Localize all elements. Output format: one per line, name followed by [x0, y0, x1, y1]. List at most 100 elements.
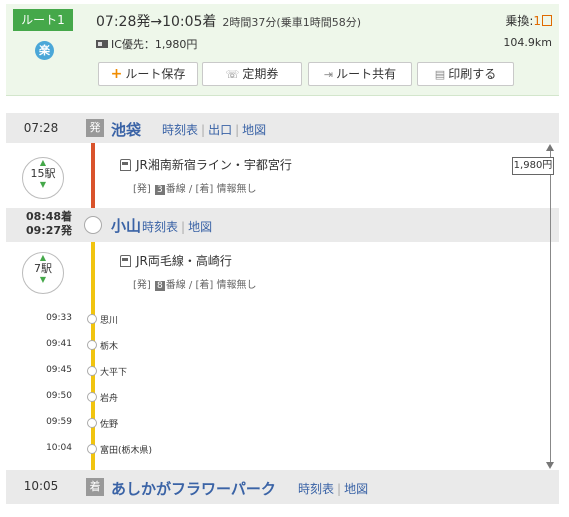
train-icon — [120, 254, 131, 267]
chevron-up-icon: ▲ — [39, 158, 47, 167]
transfer-box-icon — [542, 15, 552, 26]
stop-name: 栃木 — [100, 342, 119, 352]
intermediate-stop: 09:33 思川 — [0, 312, 260, 326]
stop-time: 09:59 — [46, 417, 72, 427]
timetable-link[interactable]: 時刻表 — [298, 482, 334, 496]
intermediate-stop: 09:45 大平下 — [0, 364, 260, 378]
departure-time: 07:28 — [23, 121, 59, 135]
share-route-label: ルート共有 — [336, 67, 397, 81]
stop-count: 15駅 — [30, 167, 56, 180]
arrival-badge: 着 — [86, 478, 104, 496]
fare-range-line — [550, 150, 551, 465]
dep-label: [発] — [133, 184, 151, 195]
train-icon — [120, 158, 131, 171]
intermediate-stop: 09:41 栃木 — [0, 338, 260, 352]
departure-time: 09:27発 — [25, 224, 72, 237]
intermediate-stop: 09:59 佐野 — [0, 416, 260, 430]
transfer-station-dot — [84, 216, 102, 234]
line-segment-shonan — [91, 143, 95, 215]
transfer-number: 1 — [533, 14, 541, 28]
departure-badge: 発 — [86, 119, 104, 137]
stop-name: 岩舟 — [100, 394, 119, 404]
transfer-label: 乗換: — [505, 14, 534, 28]
train-name: JR両毛線・高崎行 — [136, 254, 232, 268]
separator: | — [201, 123, 206, 137]
printer-icon: ▤ — [434, 68, 446, 81]
save-route-button[interactable]: + ルート保存 — [98, 62, 198, 86]
station-links: 時刻表 | 地図 — [298, 480, 368, 497]
arrow-down-icon — [546, 462, 554, 469]
commuter-pass-label: 定期券 — [242, 67, 279, 81]
station-links: 時刻表 | 出口 | 地図 — [162, 121, 266, 138]
separator: | — [337, 482, 342, 496]
fare: IC優先：1,980円 — [96, 36, 197, 52]
plus-icon: + — [110, 66, 123, 82]
stop-name: 佐野 — [100, 420, 119, 430]
train-segment: JR両毛線・高崎行 [発] 8 番線 / [着] 情報無し — [120, 252, 256, 291]
ic-card-icon — [96, 40, 108, 48]
print-button[interactable]: ▤ 印刷する — [417, 62, 514, 86]
stop-dot — [87, 392, 97, 402]
timetable-link[interactable]: 時刻表 — [162, 123, 198, 137]
duration: 2時間37分(乗車1時間58分) — [222, 16, 361, 29]
platform-suffix: 番線 / [着] 情報無し — [165, 184, 257, 195]
intermediate-stop: 09:50 岩舟 — [0, 390, 260, 404]
chevron-down-icon: ▼ — [39, 275, 47, 284]
timetable-link[interactable]: 時刻表 — [142, 220, 178, 234]
stop-time: 09:50 — [46, 391, 72, 401]
dep-label: [発] — [133, 280, 151, 291]
route-times: 07:28発→10:05着 2時間37分(乗車1時間58分) — [96, 11, 361, 31]
train-segment: JR湘南新宿ライン・宇都宮行 [発] 3 番線 / [着] 情報無し — [120, 156, 292, 195]
stop-time: 09:33 — [46, 313, 72, 323]
map-link[interactable]: 地図 — [188, 220, 212, 234]
stop-time: 09:45 — [46, 365, 72, 375]
commuter-pass-icon: ☏ — [225, 68, 240, 81]
exit-link[interactable]: 出口 — [208, 123, 232, 137]
line-segment-ryomo — [91, 232, 95, 474]
platform-info: [発] 3 番線 / [着] 情報無し — [133, 180, 292, 195]
transfer-count: 乗換:1 — [505, 12, 552, 29]
platform-number: 3 — [155, 185, 165, 195]
map-link[interactable]: 地図 — [344, 482, 368, 496]
stop-dot — [87, 314, 97, 324]
station-row-ikebukuro: 07:28 発 池袋 時刻表 | 出口 | 地図 — [6, 113, 559, 143]
station-links: 時刻表 | 地図 — [142, 218, 212, 235]
map-link[interactable]: 地図 — [242, 123, 266, 137]
stop-count-toggle[interactable]: ▲ 15駅 ▼ — [22, 157, 64, 199]
arrival-time: 10:05 — [23, 479, 59, 493]
stop-dot — [87, 418, 97, 428]
chevron-down-icon: ▼ — [39, 180, 47, 189]
train-name: JR湘南新宿ライン・宇都宮行 — [136, 158, 292, 172]
station-name[interactable]: 小山 — [111, 215, 141, 236]
stop-dot — [87, 366, 97, 376]
stop-name: 思川 — [100, 316, 119, 326]
departure-arrival-time: 07:28発→10:05着 — [96, 14, 217, 30]
station-name[interactable]: あしかがフラワーパーク — [111, 478, 276, 499]
stop-name: 富田(栃木県) — [100, 446, 153, 456]
station-row-ashikaga-flower-park: 10:05 着 あしかがフラワーパーク 時刻表 | 地図 — [6, 470, 559, 504]
share-route-button[interactable]: ⇥ ルート共有 — [308, 62, 412, 86]
raku-icon: 楽 — [35, 41, 54, 60]
station-name[interactable]: 池袋 — [111, 119, 141, 140]
stop-count-toggle[interactable]: ▲ 7駅 ▼ — [22, 252, 64, 294]
share-icon: ⇥ — [323, 68, 334, 81]
route-tab[interactable]: ルート1 — [13, 9, 73, 31]
stop-name: 大平下 — [100, 368, 128, 378]
save-route-label: ルート保存 — [125, 67, 186, 81]
stop-time: 10:04 — [46, 443, 72, 453]
stop-dot — [87, 444, 97, 454]
distance: 104.9km — [503, 36, 552, 49]
arrival-time: 08:48着 — [25, 210, 72, 223]
stop-count: 7駅 — [34, 262, 52, 275]
commuter-pass-button[interactable]: ☏ 定期券 — [202, 62, 302, 86]
print-label: 印刷する — [448, 67, 497, 81]
arrival-departure-time: 08:48着 09:27発 — [14, 210, 72, 238]
separator: | — [235, 123, 240, 137]
arrow-up-icon — [546, 144, 554, 151]
fare-text: IC優先：1,980円 — [111, 38, 198, 51]
platform-suffix: 番線 / [着] 情報無し — [165, 280, 257, 291]
stop-dot — [87, 340, 97, 350]
separator: | — [181, 220, 186, 234]
intermediate-stop: 10:04 富田(栃木県) — [0, 442, 260, 456]
chevron-up-icon: ▲ — [39, 253, 47, 262]
